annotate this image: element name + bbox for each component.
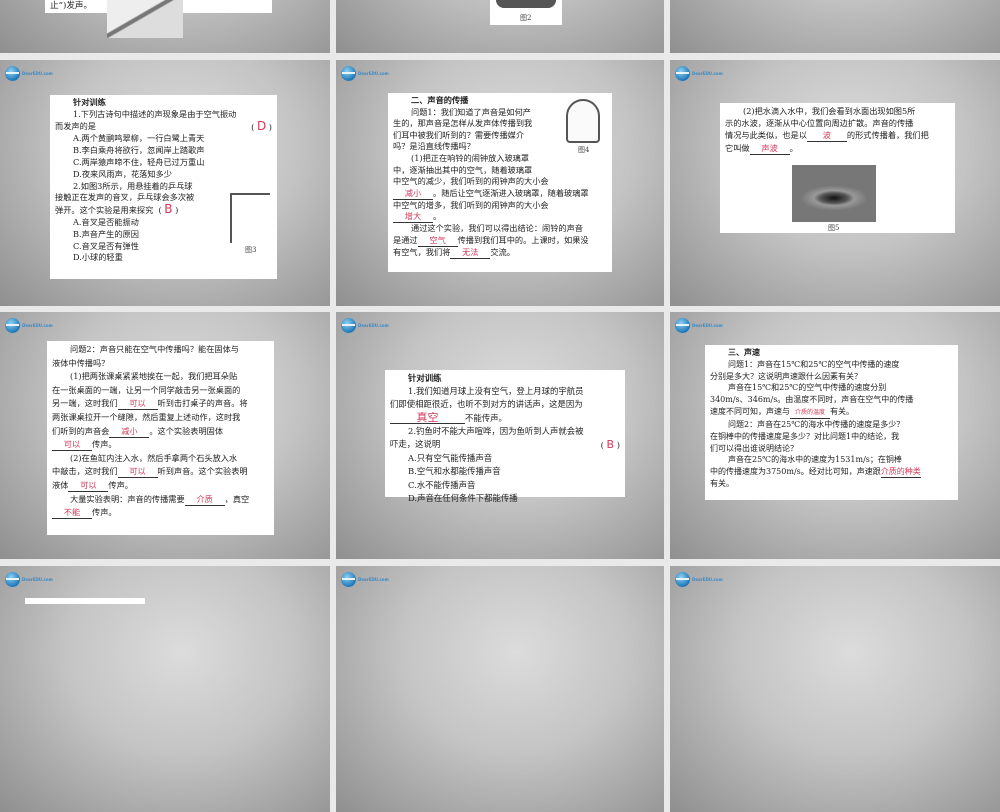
answer-blank: 减小 (109, 426, 150, 438)
slide-thumbnail-9[interactable]: DearEDU.com 三、声速 问题1：声音在15℃和25℃的空气中传播的速度… (670, 312, 1000, 559)
logo: DearEDU.com (5, 318, 53, 333)
answer-blank: 减小 (393, 188, 433, 200)
answer-blank: 可以 (117, 398, 158, 411)
slide-thumbnail-10[interactable]: DearEDU.com (0, 566, 330, 812)
drum-image (496, 0, 556, 8)
slide-content: 二、声音的传播 问题1：我们知道了声音是如何产 生的，那声音是怎样从发声体传播到… (388, 93, 612, 272)
answer-blank: 声波 (749, 143, 790, 156)
figure-caption: 图3 (245, 246, 257, 254)
logo-icon (341, 572, 356, 587)
logo: DearEDU.com (675, 318, 723, 333)
slide-content: 针对训练 1.下列古诗句中描述的声现象是由于空气振动 而发声的是( D ) A.… (50, 95, 277, 279)
logo: DearEDU.com (341, 318, 389, 333)
ruler-figure (107, 0, 183, 38)
slide-thumbnail-5[interactable]: DearEDU.com 二、声音的传播 问题1：我们知道了声音是如何产 生的，那… (336, 60, 664, 306)
answer-blank: 介质的温度 (790, 407, 830, 419)
answer-blank: 介质的种类 (880, 467, 921, 479)
logo: DearEDU.com (5, 66, 53, 81)
logo-icon (5, 66, 20, 81)
slide-thumbnail-2[interactable]: 图2 (336, 0, 664, 53)
answer: D (256, 120, 267, 133)
slide-content (25, 598, 145, 604)
water-ripple-image (792, 165, 876, 222)
answer-blank: 不能 (52, 507, 92, 520)
slide-thumbnail-6[interactable]: DearEDU.com (2)把水滴入水中，我们会看到水面出现如图5所 示的水波… (670, 60, 1000, 306)
answer-blank: 可以 (52, 439, 92, 452)
slide-content: (2)把水滴入水中，我们会看到水面出现如图5所 示的水波，逐渐从中心位置向周边扩… (720, 103, 955, 233)
logo-icon (341, 318, 356, 333)
answer: B (164, 204, 173, 217)
figure-caption: 图4 (578, 146, 590, 154)
logo-icon (675, 572, 690, 587)
drum-figure: 图2 (490, 0, 562, 25)
slide-content: 问题2：声音只能在空气中传播吗？能在固体与 液体中传播吗？ (1)把两张课桌紧紧… (47, 341, 274, 535)
slide-content: 针对训练 1.我们知道月球上没有空气，登上月球的宇航员 们即使相距很近，也听不到… (385, 370, 625, 503)
logo-icon (5, 318, 20, 333)
figure-caption: 图2 (520, 14, 532, 22)
bell-jar-figure (566, 99, 600, 143)
logo-icon (5, 572, 20, 587)
answer: B (606, 438, 615, 452)
logo: DearEDU.com (675, 572, 723, 587)
answer-blank: 增大 (393, 211, 433, 224)
logo: DearEDU.com (341, 572, 389, 587)
logo: DearEDU.com (675, 66, 723, 81)
answer-blank: 空气 (417, 235, 458, 247)
answer-blank: 介质 (184, 494, 225, 506)
answer-blank: 无法 (450, 247, 491, 259)
tuning-fork-figure (230, 193, 270, 243)
logo: DearEDU.com (5, 572, 53, 587)
answer-blank: 真空 (390, 412, 465, 424)
slide-thumbnail-8[interactable]: DearEDU.com 针对训练 1.我们知道月球上没有空气，登上月球的宇航员 … (336, 312, 664, 559)
slide-thumbnail-4[interactable]: DearEDU.com 针对训练 1.下列古诗句中描述的声现象是由于空气振动 而… (0, 60, 330, 306)
logo-icon (341, 66, 356, 81)
logo: DearEDU.com (341, 66, 389, 81)
figure-caption: 图5 (828, 224, 840, 232)
slide-content: 三、声速 问题1：声音在15℃和25℃的空气中传播的速度 分别是多大？这说明声速… (705, 345, 958, 500)
logo-icon (675, 318, 690, 333)
slide-thumbnail-3[interactable] (670, 0, 1000, 53)
answer-blank: 可以 (68, 480, 109, 492)
answer-blank: 波 (806, 130, 847, 143)
slide-thumbnail-11[interactable]: DearEDU.com (336, 566, 664, 812)
logo-icon (675, 66, 690, 81)
slide-thumbnail-12[interactable]: DearEDU.com (670, 566, 1000, 812)
answer-blank: 可以 (117, 466, 158, 479)
slide-thumbnail-1[interactable]: 止”)发声。 (0, 0, 330, 53)
slide-thumbnail-7[interactable]: DearEDU.com 问题2：声音只能在空气中传播吗？能在固体与 液体中传播吗… (0, 312, 330, 559)
